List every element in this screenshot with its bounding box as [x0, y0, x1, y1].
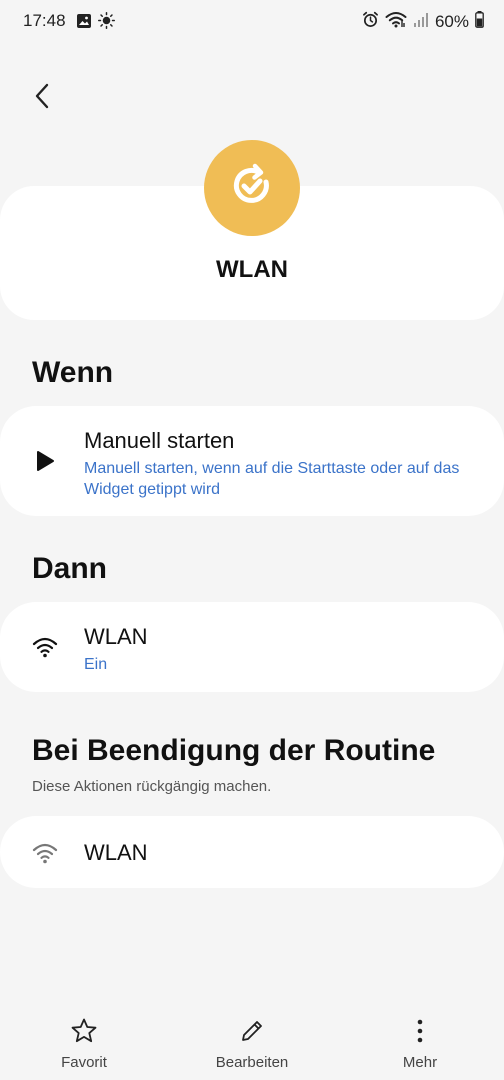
back-button[interactable] — [22, 78, 62, 118]
section-heading-when: Wenn — [32, 356, 114, 389]
status-bar: 17:48 60% — [0, 0, 504, 44]
edit-label: Bearbeiten — [215, 1054, 289, 1071]
alarm-icon — [362, 11, 379, 33]
battery-icon — [475, 11, 484, 33]
favorite-button[interactable]: Favorit — [14, 1016, 154, 1071]
battery-percent: 60% — [434, 12, 469, 31]
more-label: Mehr — [402, 1054, 438, 1071]
star-icon — [14, 1016, 154, 1046]
status-time: 17:48 — [23, 11, 66, 30]
wifi-icon — [30, 838, 60, 868]
routine-check-icon — [226, 160, 278, 217]
action-value: Ein — [84, 656, 108, 673]
signal-icon — [413, 12, 429, 33]
wifi-icon — [385, 11, 407, 33]
section-subtitle-on-end: Diese Aktionen rückgängig machen. — [32, 778, 272, 795]
bottom-navigation: Favorit Bearbeiten Mehr — [0, 1000, 504, 1080]
wifi-icon — [30, 632, 60, 662]
more-vertical-icon — [350, 1016, 490, 1046]
trigger-card[interactable]: Manuell starten Manuell starten, wenn au… — [0, 406, 504, 516]
section-heading-on-end: Bei Beendigung der Routine — [32, 734, 436, 767]
image-icon — [76, 13, 92, 34]
more-button[interactable]: Mehr — [350, 1016, 490, 1071]
end-action-title: WLAN — [84, 840, 148, 865]
trigger-description: Manuell starten, wenn auf die Starttaste… — [84, 460, 460, 498]
edit-button[interactable]: Bearbeiten — [182, 1016, 322, 1071]
trigger-title: Manuell starten — [84, 428, 235, 453]
end-action-card-wlan[interactable]: WLAN — [0, 816, 504, 888]
favorite-label: Favorit — [61, 1054, 107, 1071]
section-heading-then: Dann — [32, 552, 107, 585]
brightness-icon — [98, 12, 116, 34]
routine-title[interactable]: WLAN — [0, 256, 504, 284]
chevron-left-icon — [32, 82, 52, 115]
play-icon — [30, 446, 60, 476]
action-card-wlan[interactable]: WLAN Ein — [0, 602, 504, 692]
pencil-icon — [182, 1016, 322, 1046]
status-left-icons — [76, 12, 116, 34]
action-title: WLAN — [84, 624, 148, 649]
status-right: 60% — [362, 11, 484, 33]
routine-icon — [204, 140, 300, 236]
